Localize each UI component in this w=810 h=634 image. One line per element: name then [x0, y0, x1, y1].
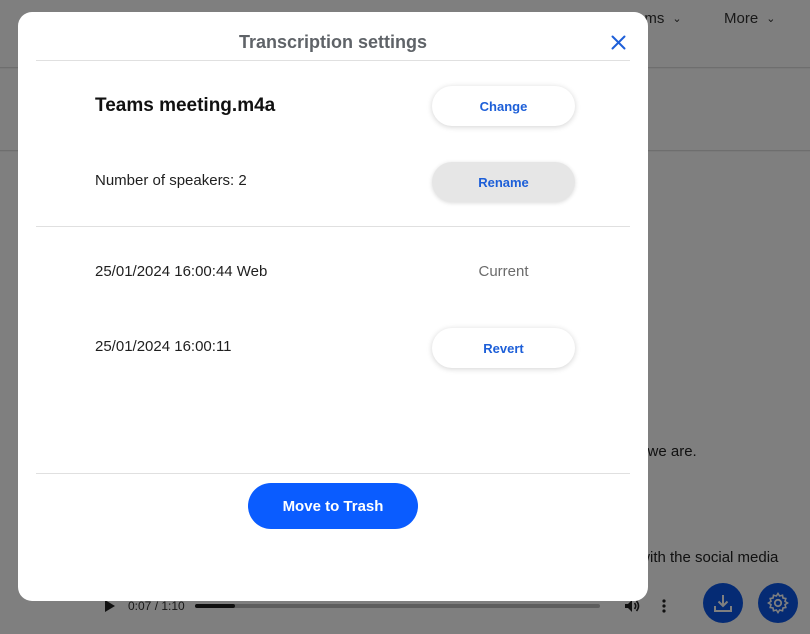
divider: [36, 226, 630, 227]
divider: [36, 473, 630, 474]
divider: [36, 60, 630, 61]
dialog-title: Transcription settings: [238, 32, 428, 52]
version-label: 25/01/2024 16:00:11: [95, 338, 232, 355]
close-button[interactable]: [606, 30, 630, 54]
version-current-badge: Current: [478, 263, 529, 280]
change-file-button[interactable]: Change: [432, 86, 575, 126]
revert-button[interactable]: Revert: [432, 328, 575, 368]
version-label: 25/01/2024 16:00:44 Web: [95, 263, 268, 280]
rename-speakers-button[interactable]: Rename: [432, 162, 575, 202]
speakers-count: Number of speakers: 2: [95, 172, 247, 189]
move-to-trash-button[interactable]: Move to Trash: [248, 483, 418, 529]
file-name: Teams meeting.m4a: [95, 95, 276, 116]
close-icon: [611, 35, 626, 50]
transcription-settings-dialog: Transcription settings Teams meeting.m4a…: [18, 12, 648, 601]
